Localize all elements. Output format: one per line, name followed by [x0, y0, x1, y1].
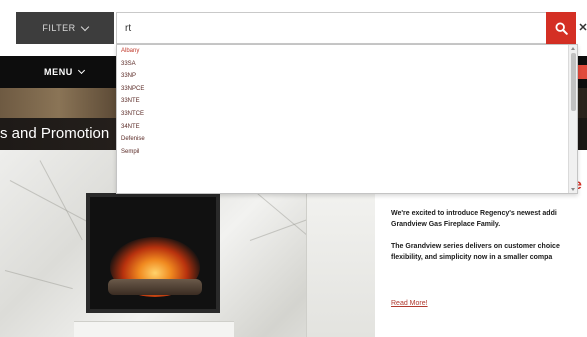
article-paragraph-line: The Grandview series delivers on custome… — [391, 243, 560, 250]
fireplace-image — [86, 193, 220, 313]
search-button[interactable] — [546, 12, 576, 44]
autocomplete-item[interactable]: 33NTCE — [117, 108, 577, 121]
autocomplete-item[interactable]: Albany — [117, 45, 577, 58]
autocomplete-item[interactable]: 33SA — [117, 58, 577, 71]
filter-button-label: FILTER — [42, 23, 76, 33]
autocomplete-item[interactable]: 33NP — [117, 70, 577, 83]
autocomplete-item[interactable]: 33NTE — [117, 95, 577, 108]
article-paragraph-line: Grandview Gas Fireplace Family. — [391, 221, 501, 228]
chevron-down-icon — [77, 66, 85, 75]
menu-button[interactable]: MENU — [44, 56, 85, 88]
autocomplete-dropdown: Albany 33SA 33NP 33NPCE 33NTE 33NTCE 34N… — [116, 44, 578, 194]
search-input[interactable] — [116, 12, 546, 44]
autocomplete-item[interactable]: 33NPCE — [117, 83, 577, 96]
scroll-down-icon[interactable] — [571, 188, 575, 191]
close-icon[interactable] — [578, 20, 587, 34]
article-paragraph-line: We're excited to introduce Regency's new… — [391, 210, 557, 217]
autocomplete-item[interactable]: Defenise — [117, 133, 577, 146]
dropdown-scrollbar[interactable] — [568, 45, 577, 193]
search-icon — [554, 21, 568, 35]
read-more-link[interactable]: Read More! — [391, 300, 428, 307]
autocomplete-item[interactable]: Sempil — [117, 146, 577, 159]
autocomplete-item[interactable]: 34NTE — [117, 121, 577, 134]
scroll-up-icon[interactable] — [571, 47, 575, 50]
scrollbar-thumb[interactable] — [571, 53, 576, 111]
page-title: s and Promotion — [0, 125, 110, 142]
chevron-down-icon — [80, 22, 89, 31]
filter-button[interactable]: FILTER — [16, 12, 114, 44]
article-paragraph-line: flexibility, and simplicity now in a sma… — [391, 254, 553, 261]
menu-button-label: MENU — [44, 67, 73, 77]
